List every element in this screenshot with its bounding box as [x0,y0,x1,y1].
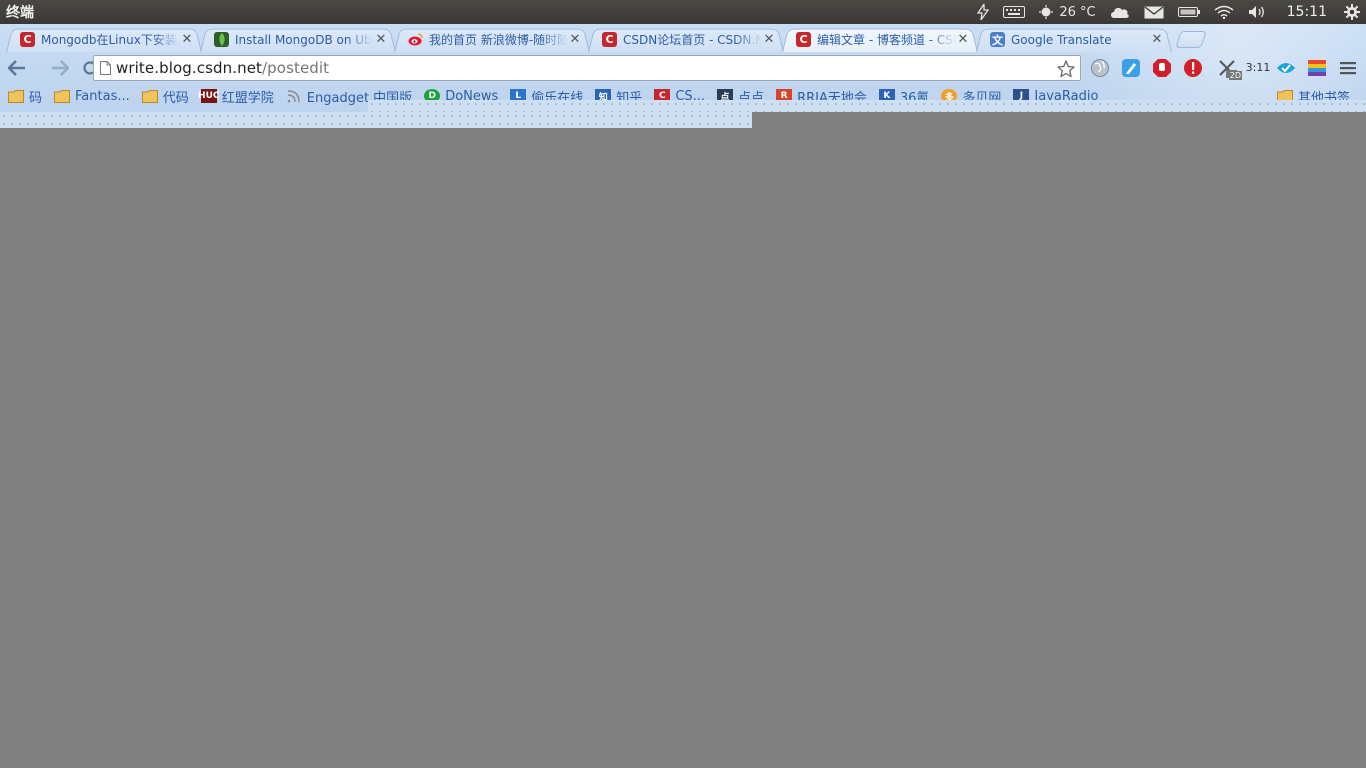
extension-badge-2d: 2D [1228,71,1242,80]
menu-icon[interactable] [1336,56,1360,80]
tab-title: 编辑文章 - 博客频道 - CSD [817,33,956,47]
globe-extension-icon[interactable] [1088,56,1112,80]
bookmark-0[interactable]: 码 [8,87,42,106]
csdn-icon: C [796,32,811,47]
volume-icon[interactable] [1241,0,1275,24]
tab-title: Google Translate [1011,32,1112,47]
close-icon[interactable]: ✕ [762,32,776,47]
page-content-area[interactable] [0,112,1366,768]
timer-extension-icon[interactable]: 2D [1212,56,1242,80]
folder-icon [8,89,24,103]
close-icon[interactable]: ✕ [374,32,388,47]
forward-button[interactable] [45,54,75,82]
folder-icon [141,89,158,103]
indicator-area: 26 °C 15:11 [970,0,1366,24]
folder-icon [54,89,71,103]
tab-title: Mongodb在Linux下安装及 [41,33,180,47]
mongodb-leaf-icon [214,32,229,47]
weibo-icon [408,32,423,47]
tab-0[interactable]: C Mongodb在Linux下安装及 ✕ [6,27,202,52]
adblock-extension-icon[interactable] [1150,56,1174,80]
star-icon[interactable] [1056,59,1076,79]
page-loading-strip [0,112,752,128]
keyboard-icon[interactable] [996,0,1032,24]
clock[interactable]: 15:11 [1275,4,1337,20]
color-palette-extension-icon[interactable] [1305,56,1329,80]
csdn-icon: C [20,32,35,47]
check-extension-icon[interactable] [1274,56,1298,80]
address-bar[interactable]: write.blog.csdn.net/postedit [93,55,1081,81]
tab-strip: C Mongodb在Linux下安装及 ✕ Install MongoDB on… [0,24,1366,52]
close-icon[interactable]: ✕ [956,32,970,47]
huc-icon: HUC [198,89,220,103]
tab-title: Install MongoDB on Ubun [235,32,374,47]
tab-1[interactable]: Install MongoDB on Ubun ✕ [200,27,396,52]
gear-icon[interactable] [1337,0,1366,24]
tab-4-active[interactable]: C 编辑文章 - 博客频道 - CSD ✕ [782,27,978,52]
extension-badge-time: 3:11 [1245,61,1271,74]
active-app-title: 终端 [6,5,34,21]
weather-indicator[interactable]: 26 °C [1032,0,1102,24]
tab-5[interactable]: 文 Google Translate ✕ [976,27,1172,52]
bookmark-label: 代码 [162,90,189,106]
clock-extension-badge[interactable]: 3:11 [1243,56,1273,80]
battery-icon[interactable] [1171,0,1207,24]
wifi-icon[interactable] [1207,0,1241,24]
close-icon[interactable]: ✕ [1150,32,1164,47]
bookmark-label: 红盟学院 [221,90,274,106]
translate-icon: 文 [990,32,1005,47]
new-tab-button[interactable] [1175,31,1207,48]
url-path: /postedit [262,59,330,77]
rss-icon [286,89,302,103]
tab-2[interactable]: 我的首页 新浪微博-随时随 ✕ [394,27,590,52]
bookmark-label: 码 [29,90,43,106]
tab-title: CSDN论坛首页 - CSDN.NE [623,33,762,47]
bookmark-3[interactable]: HUC 红盟学院 [198,87,274,106]
sun-icon [1039,5,1054,19]
close-icon[interactable]: ✕ [568,32,582,47]
alert-extension-icon[interactable] [1181,56,1205,80]
back-button[interactable] [2,54,32,82]
browser-toolbar: write.blog.csdn.net/postedit 2D 3:11 [0,52,1366,84]
url-host: write.blog.csdn.net [116,59,263,77]
temperature-label: 26 °C [1059,4,1096,20]
note-extension-icon[interactable] [1119,56,1143,80]
power-flash-icon[interactable] [970,0,996,24]
csdn-icon: C [602,32,617,47]
system-top-panel: 终端 26 °C 15:11 [0,0,1366,24]
bookmark-label: Fantas... [75,88,130,104]
cloud-icon[interactable] [1103,0,1137,24]
arrow-left-icon [8,60,25,76]
tab-title: 我的首页 新浪微博-随时随 [429,33,568,47]
tab-3[interactable]: C CSDN论坛首页 - CSDN.NE ✕ [588,27,784,52]
bookmark-2[interactable]: 代码 [141,87,189,106]
bookmark-1[interactable]: Fantas... [54,89,130,104]
mail-icon[interactable] [1137,0,1171,24]
close-icon[interactable]: ✕ [180,32,194,47]
page-icon [94,61,116,75]
arrow-right-icon [52,60,69,76]
page-loading-strip-top [368,100,1366,112]
url-text: write.blog.csdn.net/postedit [116,59,329,77]
